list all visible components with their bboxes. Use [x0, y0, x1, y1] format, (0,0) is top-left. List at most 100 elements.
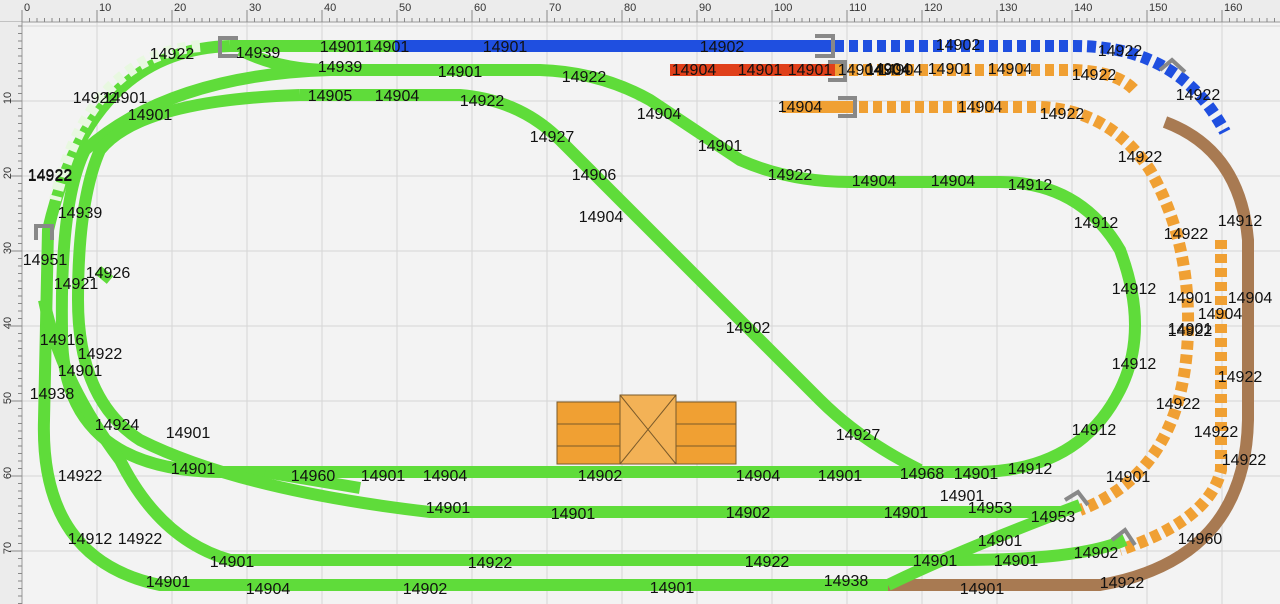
track-part-label: 14901 [818, 468, 863, 485]
track-part-label: 14922 [118, 531, 163, 548]
track-part-label: 14924 [95, 417, 140, 434]
track-part-label: 14912 [1112, 356, 1157, 373]
track-part-label: 14901 [913, 553, 958, 570]
track-part-label: 14922 [58, 468, 103, 485]
track-part-label: 14904 [988, 61, 1033, 78]
track-part-label: 14904 [958, 99, 1003, 116]
track-part-label: 14922 [1100, 575, 1145, 592]
track-part-label: 14922 [745, 554, 790, 571]
track-part-label: 14901 [210, 554, 255, 571]
track-part-label: 14912 [1008, 177, 1053, 194]
track-part-label: 14901 [1106, 469, 1151, 486]
track-part-label: 14922 [28, 168, 73, 185]
top-ruler: 0 10 20 30 40 50 60 70 80 90 100 110 120 130 140 150 160 [0, 0, 1280, 23]
track-part-label: 14927 [836, 427, 881, 444]
track-part-label: 14938 [824, 573, 869, 590]
left-ruler: 10 20 30 40 50 60 70 [0, 22, 23, 604]
track-part-label: 14902 [403, 581, 448, 598]
track-plan-canvas[interactable]: 0 10 20 30 40 50 60 70 80 90 100 110 120 130 140 150 160… [0, 0, 1280, 604]
top-ruler-number: 70 [549, 2, 561, 14]
track-part-label: 14901 [426, 500, 471, 517]
left-ruler-number: 50 [2, 392, 14, 404]
track-part-label: 14904 [637, 106, 682, 123]
track-part-label: 14922 [468, 555, 513, 572]
track-part-label: 14901 [954, 466, 999, 483]
track-part-label: 14905 [308, 88, 353, 105]
track-part-label: 14901 [1168, 290, 1213, 307]
track-part-label: 14904 [878, 62, 923, 79]
track-part-label: 14951 [23, 252, 68, 269]
track-part-label: 14960 [291, 468, 336, 485]
track-part-label: 14960 [1178, 531, 1223, 548]
left-ruler-number: 10 [2, 92, 14, 104]
track-part-label: 14922 [78, 346, 123, 363]
track-part-label: 14904 [852, 173, 897, 190]
track-part-label: 14922 [150, 46, 195, 63]
track-part-label: 14901 [698, 138, 743, 155]
track-part-label: 14939 [58, 205, 103, 222]
track-part-label: 14912 [1112, 281, 1157, 298]
top-ruler-number: 30 [249, 2, 261, 14]
track-part-label: 14902 [726, 320, 771, 337]
track-part-label: 14922 [1098, 43, 1143, 60]
track-part-label: 14901 [438, 64, 483, 81]
track-part-label: 14901 [166, 425, 211, 442]
track-part-label: 14922 [768, 167, 813, 184]
top-ruler-number: 10 [99, 2, 111, 14]
building[interactable] [556, 394, 737, 465]
track-part-label: 14901 [928, 61, 973, 78]
track-part-label: 14904 [246, 581, 291, 598]
track-part-label: 14901 [884, 505, 929, 522]
track-part-label: 14901 [365, 39, 410, 56]
track-part-label: 14904 [778, 99, 823, 116]
track-part-label: 14901 [128, 107, 173, 124]
top-ruler-number: 130 [999, 2, 1017, 14]
track-part-label: 14912 [1074, 215, 1119, 232]
track-part-label: 14922 [460, 93, 505, 110]
top-ruler-number: 90 [699, 2, 711, 14]
track-part-label: 14902 [1074, 545, 1119, 562]
top-ruler-number: 80 [624, 2, 636, 14]
top-ruler-number: 150 [1149, 2, 1167, 14]
top-ruler-number: 0 [24, 2, 30, 14]
top-ruler-number: 140 [1074, 2, 1092, 14]
track-part-label: 14904 [672, 62, 717, 79]
track-part-label: 14904 [423, 468, 468, 485]
track-part-label: 14953 [968, 500, 1013, 517]
track-part-label: 14906 [572, 167, 617, 184]
track-part-label: 14904 [579, 209, 624, 226]
track-part-label: 14922 [1222, 452, 1267, 469]
track-part-label: 14901 [361, 468, 406, 485]
track-part-label: 14901 [994, 553, 1039, 570]
left-ruler-number: 70 [2, 542, 14, 554]
track-part-label: 14968 [900, 466, 945, 483]
track-part-label: 14922 [1156, 396, 1201, 413]
track-part-label: 14922 [1040, 106, 1085, 123]
track-part-label: 14938 [30, 386, 75, 403]
track-part-label: 14922 [1176, 87, 1221, 104]
track-part-label: 14901 [58, 363, 103, 380]
track-part-label: 14921 [54, 276, 99, 293]
track-part-label: 14912 [1218, 213, 1263, 230]
top-ruler-number: 120 [924, 2, 942, 14]
track-part-label: 14901 [650, 580, 695, 597]
top-ruler-number: 20 [174, 2, 186, 14]
track-part-label: 14904 [1228, 290, 1273, 307]
track-part-label: 14922 [1118, 149, 1163, 166]
track-part-label: 14939 [318, 59, 363, 76]
track-part-label: 14922 [1218, 369, 1263, 386]
track-part-label: 14922 [562, 69, 607, 86]
left-ruler-number: 60 [2, 467, 14, 479]
track-part-label: 14912 [68, 531, 113, 548]
track-part-label: 14904 [931, 173, 976, 190]
track-part-label: 14901 [788, 62, 833, 79]
left-ruler-number: 30 [2, 242, 14, 254]
track-part-label: 14939 [236, 45, 281, 62]
track-part-label: 14901 [551, 506, 596, 523]
track-part-label: 14902 [726, 505, 771, 522]
track-part-label: 14901 [483, 39, 528, 56]
top-ruler-number: 160 [1224, 2, 1242, 14]
track-green-loop-2b[interactable] [55, 64, 980, 478]
track-part-label: 14901 [171, 461, 216, 478]
top-ruler-number: 50 [399, 2, 411, 14]
